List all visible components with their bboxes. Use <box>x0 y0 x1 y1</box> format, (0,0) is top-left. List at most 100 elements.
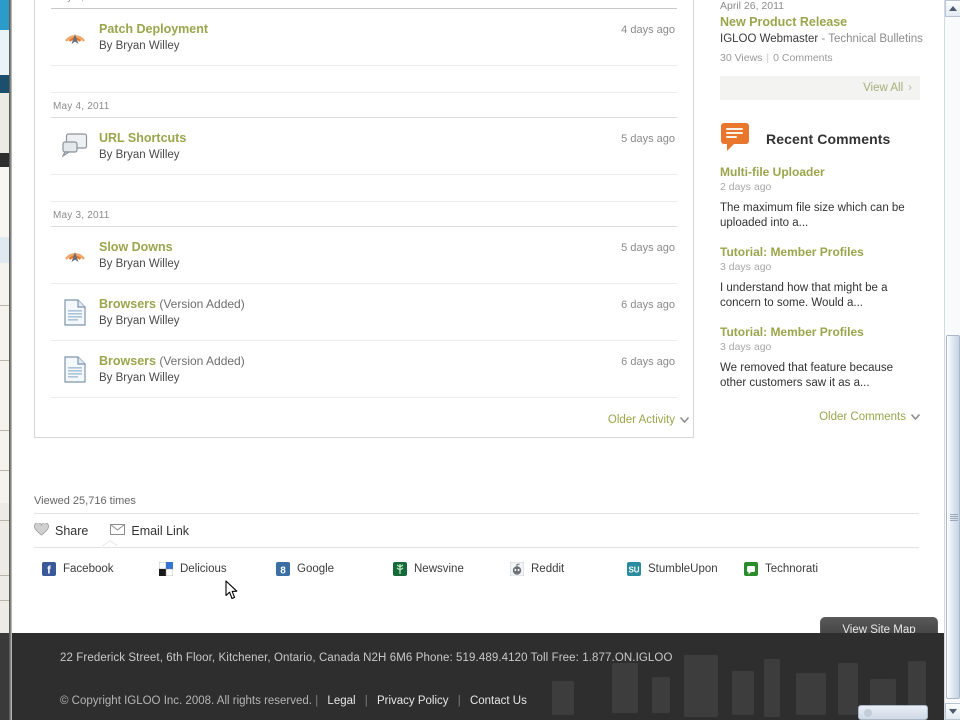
vertical-scrollbar[interactable] <box>944 0 960 720</box>
activity-title: Patch Deployment <box>99 22 677 37</box>
scroll-up-button[interactable] <box>945 0 960 17</box>
activity-timestamp: 5 days ago <box>621 133 675 145</box>
share-label: Share <box>55 524 89 538</box>
share-network-label: Reddit <box>531 563 565 575</box>
news-stats: 30 Views | 0 Comments <box>720 52 928 64</box>
activity-title-link[interactable]: Browsers <box>99 354 156 368</box>
browser-viewport: May 5, 2011 Patch Deployment By Bryan Will… <box>12 0 944 720</box>
svg-text:f: f <box>47 565 51 577</box>
activity-date-header: May 4, 2011 <box>51 93 677 118</box>
broadcast-icon <box>51 22 99 46</box>
scrollbar-thumb[interactable] <box>946 335 960 699</box>
footer-address: 22 Frederick Street, 6th Floor, Kitchene… <box>60 652 673 664</box>
pipe-separator: | <box>315 695 319 707</box>
activity-timestamp: 6 days ago <box>621 299 675 311</box>
news-date: April 26, 2011 <box>720 0 785 12</box>
comment-excerpt: I understand how that might be a concern… <box>720 282 888 309</box>
view-all-button[interactable]: View All › <box>720 76 920 100</box>
scroll-down-button[interactable] <box>945 703 960 720</box>
activity-row[interactable]: Browsers (Version Added) By Bryan Willey 6… <box>51 341 677 398</box>
footer-link-legal[interactable]: Legal <box>327 695 355 707</box>
facebook-icon: f <box>42 562 56 577</box>
older-comments-link[interactable]: Older Comments <box>712 405 928 423</box>
share-network-label: Delicious <box>180 563 227 575</box>
news-meta-sep: - <box>818 33 829 45</box>
share-block: Viewed 25,716 times Share Email Link f F… <box>34 495 919 586</box>
activity-title-link[interactable]: Browsers <box>99 297 156 311</box>
recent-comments-header: Recent Comments <box>720 122 928 155</box>
news-comments: 0 Comments <box>773 52 833 64</box>
document-icon <box>51 354 99 383</box>
news-category: Technical Bulletins <box>828 33 923 45</box>
activity-group-spacer <box>51 66 677 93</box>
comment-source-link[interactable]: Multi-file Uploader <box>720 165 920 179</box>
chevron-right-icon: › <box>908 82 912 94</box>
activity-timestamp: 6 days ago <box>621 356 675 368</box>
news-views: 30 Views <box>720 52 763 64</box>
activity-row[interactable]: Browsers (Version Added) By Bryan Willey 6… <box>51 284 677 341</box>
taskbar-item[interactable] <box>858 705 928 720</box>
share-network-label: StumbleUpon <box>648 563 718 575</box>
news-title-link[interactable]: New Product Release <box>720 15 928 29</box>
activity-row[interactable]: Slow Downs By Bryan Willey 5 days ago <box>51 227 677 284</box>
recent-comment-item: Tutorial: Member Profiles 3 days ago I und… <box>712 245 928 311</box>
activity-author: By Bryan Willey <box>99 258 180 270</box>
document-icon <box>51 297 99 326</box>
footer-link-privacy-policy[interactable]: Privacy Policy <box>377 695 449 707</box>
activity-group-spacer <box>51 175 677 202</box>
pipe-separator: | <box>364 695 368 707</box>
taskbar-icon <box>864 709 872 717</box>
stat-separator: | <box>766 52 770 64</box>
technorati-icon <box>744 562 758 576</box>
svg-text:8: 8 <box>280 566 286 577</box>
activity-row[interactable]: URL Shortcuts By Bryan Willey 5 days ago <box>51 118 677 175</box>
activity-title-link[interactable]: URL Shortcuts <box>99 131 186 145</box>
site-footer: 22 Frederick Street, 6th Floor, Kitchene… <box>12 633 944 720</box>
mouse-cursor <box>225 580 238 600</box>
comment-excerpt: The maximum file size which can be uploa… <box>720 202 905 229</box>
recent-comment-item: Tutorial: Member Profiles 3 days ago We re… <box>712 325 928 391</box>
newsvine-icon <box>393 562 407 576</box>
reddit-icon <box>509 561 525 577</box>
google-icon: 8 <box>276 562 290 577</box>
email-link-label: Email Link <box>131 524 190 538</box>
share-button[interactable]: Share <box>34 522 89 539</box>
delicious-icon <box>158 561 174 577</box>
activity-title-suffix: (Version Added) <box>155 297 245 311</box>
activity-timestamp: 5 days ago <box>621 242 675 254</box>
recent-activity-panel: May 5, 2011 Patch Deployment By Bryan Will… <box>34 0 694 438</box>
comment-source-link[interactable]: Tutorial: Member Profiles <box>720 325 920 339</box>
comment-timestamp: 3 days ago <box>720 341 772 353</box>
share-network-newsvine[interactable]: Newsvine <box>393 562 510 576</box>
footer-link-contact-us[interactable]: Contact Us <box>470 695 527 707</box>
copyright-text: © Copyright IGLOO Inc. 2008. All rights … <box>60 695 313 707</box>
activity-title: URL Shortcuts <box>99 131 677 146</box>
share-network-google[interactable]: 8 Google <box>276 562 393 577</box>
activity-title: Browsers (Version Added) <box>99 297 677 312</box>
stumbleupon-icon: SU <box>627 562 641 576</box>
share-network-reddit[interactable]: Reddit <box>509 561 627 577</box>
social-networks-row: f Facebook Delicious 8 Google Newsvine Reddit S… <box>34 548 919 586</box>
scrollbar-grip-icon <box>950 513 958 521</box>
share-network-facebook[interactable]: f Facebook <box>42 562 159 577</box>
share-network-label: Facebook <box>63 563 114 575</box>
activity-row[interactable]: Patch Deployment By Bryan Willey 4 days ag… <box>51 9 677 66</box>
news-item: April 26, 2011 New Product Release IGLOO… <box>712 0 928 66</box>
email-link-button[interactable]: Email Link <box>110 524 189 538</box>
share-network-delicious[interactable]: Delicious <box>158 561 276 577</box>
comment-timestamp: 2 days ago <box>720 181 772 193</box>
broadcast-icon <box>51 240 99 264</box>
svg-text:SU: SU <box>628 566 639 575</box>
share-network-stumbleupon[interactable]: SU StumbleUpon <box>627 562 744 576</box>
comment-bubble-icon <box>51 131 99 157</box>
activity-title-link[interactable]: Patch Deployment <box>99 22 208 36</box>
activity-title-link[interactable]: Slow Downs <box>99 240 173 254</box>
view-all-label: View All <box>863 82 904 94</box>
caret-up-icon <box>949 6 957 11</box>
comment-source-link[interactable]: Tutorial: Member Profiles <box>720 245 920 259</box>
share-network-technorati[interactable]: Technorati <box>744 562 861 576</box>
activity-title: Slow Downs <box>99 240 677 255</box>
activity-author: By Bryan Willey <box>99 315 180 327</box>
activity-author: By Bryan Willey <box>99 40 180 52</box>
older-activity-link[interactable]: Older Activity <box>35 398 693 438</box>
